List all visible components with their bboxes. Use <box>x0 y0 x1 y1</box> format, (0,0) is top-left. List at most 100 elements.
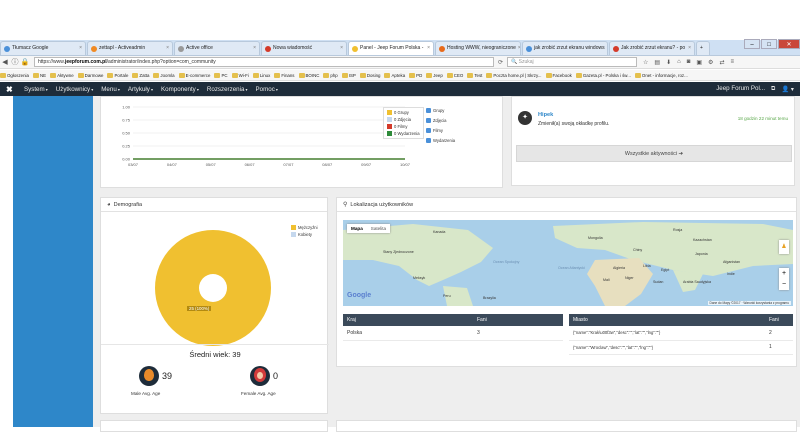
close-icon[interactable]: × <box>607 42 608 55</box>
bookmark-item[interactable]: Zatta <box>132 72 149 78</box>
bookmark-item[interactable]: Aktywne <box>50 72 74 78</box>
toggle-videos[interactable]: Filmy <box>426 125 455 135</box>
close-window-icon[interactable]: ✕ <box>778 39 800 49</box>
donut-label: 25 (100%) <box>187 306 212 311</box>
toggle-groups[interactable]: Grupy <box>426 105 455 115</box>
bookmark-item[interactable]: Joomla <box>153 72 175 78</box>
url-field[interactable]: https://www.jeepforum.com.pl/administrat… <box>34 57 494 67</box>
browser-tab[interactable]: Active office × <box>174 41 260 55</box>
bookmark-item[interactable]: Darmowe <box>77 72 103 78</box>
library-icon[interactable]: ▤ <box>654 59 660 66</box>
bookmark-item[interactable]: Onet - informacje, roz... <box>634 72 688 78</box>
world-map[interactable]: Mapa Satelita Kanada Rosja Mongolia Chiny Ja… <box>343 220 793 306</box>
street-view-icon[interactable]: ♟ <box>779 240 789 254</box>
screenshot-icon[interactable]: ▣ <box>696 59 702 66</box>
browser-tab[interactable]: Hosting WWW, nieograniczone × <box>435 41 521 55</box>
bookmark-item[interactable]: CEO <box>446 72 463 78</box>
browser-tab-active[interactable]: Panel - Jeep Forum Polska - × <box>348 41 434 55</box>
pocket-icon[interactable]: ◙ <box>687 59 691 66</box>
close-icon[interactable]: × <box>166 42 169 55</box>
maximize-icon[interactable]: □ <box>761 39 777 49</box>
sync-icon[interactable]: ⇄ <box>719 59 724 66</box>
male-age-value: 39 <box>162 371 173 381</box>
browser-tab[interactable]: zettapl - Activeadmin × <box>87 41 173 55</box>
menu-system[interactable]: System <box>24 86 48 93</box>
bookmark-item[interactable]: Finans <box>274 72 295 78</box>
toggle-events[interactable]: Wydarzenia <box>426 135 455 145</box>
addon-icon[interactable]: ⚙ <box>708 59 713 66</box>
external-link-icon[interactable]: ⧉ <box>771 85 775 93</box>
bookmark-item[interactable]: NE <box>32 72 46 78</box>
bookmark-item[interactable]: Portale <box>107 72 128 78</box>
bookmark-item[interactable]: Dosing <box>359 72 380 78</box>
bookmark-item[interactable]: PD <box>409 72 422 78</box>
menu-articles[interactable]: Artykuły <box>128 86 153 93</box>
download-icon[interactable]: ⬇ <box>666 59 671 66</box>
browser-tab[interactable]: Nowa wiadomość × <box>261 41 347 55</box>
bookmark-item[interactable]: php <box>323 72 338 78</box>
joomla-logo-icon[interactable]: ✖ <box>6 85 16 94</box>
menu-components[interactable]: Komponenty <box>161 86 199 93</box>
map-label: Ocean Atlantycki <box>558 266 585 270</box>
bookmark-item[interactable]: E-commerce <box>178 72 210 78</box>
search-input[interactable]: 🔍 Szukaj <box>507 57 638 67</box>
site-link[interactable]: Jeep Forum Pol... <box>716 85 765 93</box>
home-icon[interactable]: ⌂ <box>677 59 681 66</box>
menu-users[interactable]: Użytkownicy <box>56 86 94 93</box>
folder-icon <box>575 72 582 78</box>
bookmark-item[interactable]: Facebook <box>545 72 572 78</box>
map-tab-map[interactable]: Mapa <box>347 224 367 233</box>
bookmark-item[interactable]: Poczta home.pl | Skrzy... <box>486 72 542 78</box>
all-activities-button[interactable]: Wszystkie aktywności ➔ <box>516 145 792 162</box>
menu-extensions[interactable]: Rozszerzenia <box>207 86 248 93</box>
bookmark-item[interactable]: Wi-Fi <box>231 72 249 78</box>
arrow-right-icon: ➔ <box>678 151 684 157</box>
zoom-out-icon[interactable]: − <box>779 279 789 290</box>
bookmark-item[interactable]: Test <box>467 72 482 78</box>
info-icon[interactable]: ⓘ <box>10 57 20 67</box>
toggle-photos[interactable]: Zdjęcia <box>426 115 455 125</box>
minimize-icon[interactable]: – <box>744 39 760 49</box>
new-tab-button[interactable]: + <box>696 41 710 55</box>
star-icon[interactable]: ☆ <box>643 59 648 66</box>
checkbox-icon[interactable] <box>426 117 431 123</box>
zoom-in-icon[interactable]: + <box>779 268 789 279</box>
cms-top-menu: ✖ System Użytkownicy Menu Artykuły Kompo… <box>0 82 800 96</box>
close-icon[interactable]: × <box>340 42 343 55</box>
folder-icon <box>634 72 641 78</box>
menu-menus[interactable]: Menu <box>101 86 120 93</box>
browser-tab[interactable]: Jak zrobić zrzut ekranu? - po × <box>609 41 695 55</box>
close-icon[interactable]: × <box>253 42 256 55</box>
bookmark-item[interactable]: Jeep <box>426 72 443 78</box>
column-header: Fani <box>473 314 563 326</box>
menu-icon[interactable]: ≡ <box>730 59 734 66</box>
close-icon[interactable]: × <box>688 42 691 55</box>
browser-tab[interactable]: jak zrobić zrzut ekranu windows× <box>522 41 608 55</box>
avatar[interactable]: ✦ <box>518 111 532 125</box>
map-label: Rosja <box>673 228 683 232</box>
menu-help[interactable]: Pomoc <box>256 86 278 93</box>
bookmark-item[interactable]: Linux <box>252 72 270 78</box>
checkbox-icon[interactable] <box>426 137 431 143</box>
bookmark-item[interactable]: Ogłoszenia <box>0 72 29 78</box>
map-label: Peru <box>443 294 451 298</box>
bookmark-item[interactable]: PC <box>214 72 228 78</box>
browser-tab[interactable]: Tłumacz Google × <box>0 41 86 55</box>
bookmark-item[interactable]: BOINC <box>298 72 319 78</box>
bookmark-item[interactable]: Gazeta.pl - Polska i św... <box>575 72 631 78</box>
map-tab-satellite[interactable]: Satelita <box>367 224 390 233</box>
close-icon[interactable]: × <box>518 42 520 55</box>
checkbox-icon[interactable] <box>426 107 431 113</box>
close-icon[interactable]: × <box>79 42 82 55</box>
map-label: Kazachstan <box>693 238 712 242</box>
reload-icon[interactable]: ⟳ <box>498 59 503 66</box>
legend-item: 0 Filmy <box>387 123 420 130</box>
bookmark-item[interactable]: ISP <box>341 72 356 78</box>
user-icon[interactable]: 👤 ▾ <box>781 85 794 93</box>
folder-icon <box>323 72 330 78</box>
activity-user[interactable]: Hipek <box>538 112 553 118</box>
checkbox-icon[interactable] <box>426 127 431 133</box>
back-icon[interactable]: ◀ <box>0 58 10 66</box>
bookmark-item[interactable]: Apteka <box>384 72 405 78</box>
close-icon[interactable]: × <box>427 42 430 55</box>
